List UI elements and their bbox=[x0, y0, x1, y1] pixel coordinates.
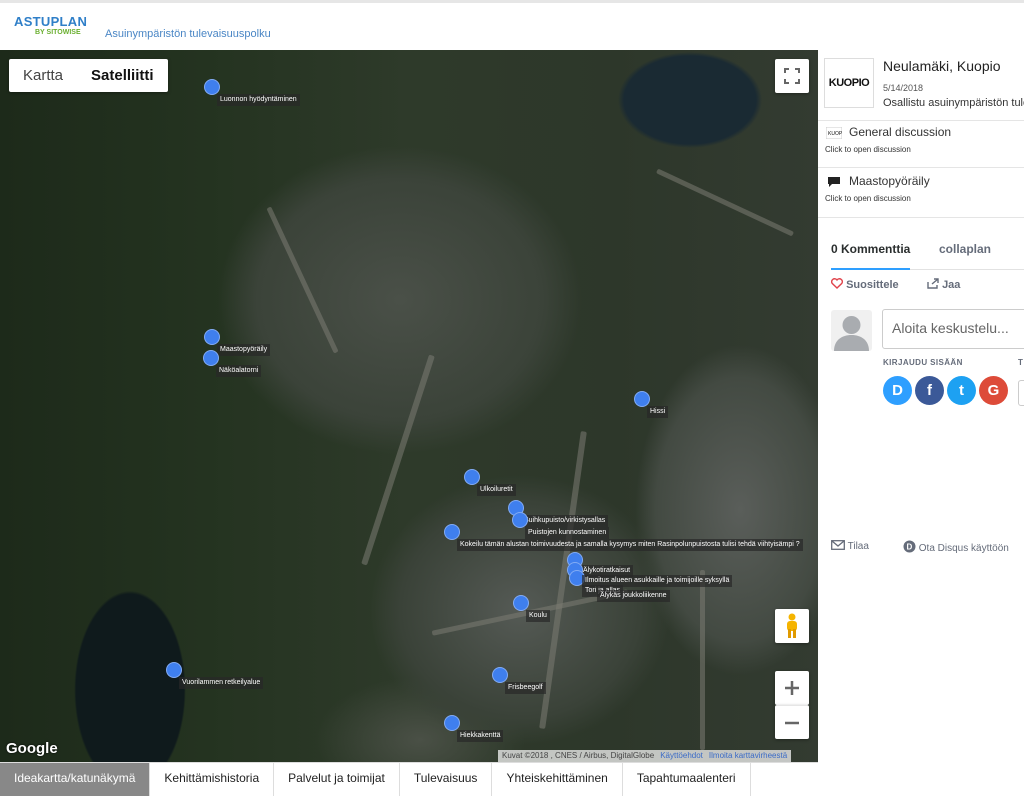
disqus-login-icon[interactable]: D bbox=[883, 376, 912, 405]
add-disqus-link[interactable]: D Ota Disqus käyttöön bbox=[903, 540, 1009, 554]
street-view-pegman[interactable] bbox=[775, 609, 809, 643]
map-road bbox=[361, 354, 435, 566]
comment-input[interactable]: Aloita keskustelu... bbox=[882, 309, 1024, 349]
zoom-in-button[interactable] bbox=[775, 671, 809, 705]
disqus-icon: D bbox=[903, 540, 916, 553]
discussion-subtitle: Click to open discussion bbox=[825, 194, 911, 203]
map-marker[interactable] bbox=[444, 524, 460, 540]
tab-yhteiskehittaminen[interactable]: Yhteiskehittäminen bbox=[492, 763, 623, 796]
map-marker[interactable] bbox=[203, 350, 219, 366]
login-label: KIRJAUDU SISÄÄN bbox=[883, 358, 963, 367]
terms-link[interactable]: Käyttöehdot bbox=[660, 751, 703, 760]
subscribe-label: Tilaa bbox=[847, 541, 869, 552]
tab-comments[interactable]: 0 Kommenttia bbox=[831, 242, 911, 270]
marker-label[interactable]: Puistojen kunnostaminen bbox=[525, 527, 610, 539]
place-title: Neulamäki, Kuopio bbox=[883, 58, 1001, 74]
map-type-control: Kartta Satelliitti bbox=[9, 59, 168, 92]
recommend-label: Suosittele bbox=[846, 279, 899, 291]
map-road bbox=[266, 206, 339, 354]
fullscreen-icon bbox=[784, 68, 800, 84]
map-marker[interactable] bbox=[634, 391, 650, 407]
map-marker[interactable] bbox=[204, 79, 220, 95]
map-marker[interactable] bbox=[204, 329, 220, 345]
minus-icon bbox=[785, 721, 799, 724]
top-bar: ASTUPLAN BY SITOWISE Asuinympäristön tul… bbox=[0, 0, 1024, 50]
twitter-login-icon[interactable]: t bbox=[947, 376, 976, 405]
map-marker[interactable] bbox=[166, 662, 182, 678]
tab-collaplan[interactable]: collaplan bbox=[939, 242, 991, 270]
login-label-cut: T bbox=[1018, 358, 1024, 367]
discussion-sidebar: KUOPIO Neulamäki, Kuopio 5/14/2018 Osall… bbox=[818, 50, 1024, 762]
kuopio-logo: KUOPIO bbox=[824, 58, 874, 108]
discussion-subtitle: Click to open discussion bbox=[825, 145, 911, 154]
marker-label[interactable]: Hiekkakenttä bbox=[457, 730, 504, 742]
map-marker[interactable] bbox=[492, 667, 508, 683]
attribution-text: Kuvat ©2018 , CNES / Airbus, DigitalGlob… bbox=[502, 751, 655, 760]
map-marker[interactable] bbox=[512, 512, 528, 528]
map-marker[interactable] bbox=[513, 595, 529, 611]
facebook-login-icon[interactable]: f bbox=[915, 376, 944, 405]
marker-label[interactable]: Kokeilu tämän alustan toimivuudesta ja s… bbox=[457, 539, 803, 551]
map-marker[interactable] bbox=[444, 715, 460, 731]
kuopio-small-icon: KUOPIO bbox=[826, 127, 842, 139]
place-date: 5/14/2018 bbox=[883, 83, 924, 93]
pegman-icon bbox=[787, 613, 797, 638]
logo-main-text: ASTUPLAN bbox=[14, 14, 88, 29]
marker-label[interactable]: Ilmoitus alueen asukkaille ja toimijoill… bbox=[582, 575, 733, 587]
tab-ideakartta[interactable]: Ideakartta/katunäkymä bbox=[0, 763, 151, 796]
discussion-title: Maastopyöräily bbox=[849, 174, 930, 188]
satellite-map[interactable]: Kartta Satelliitti Luonnon hyödyntäminen… bbox=[0, 50, 818, 762]
add-disqus-label: Ota Disqus käyttöön bbox=[918, 543, 1009, 554]
share-label: Jaa bbox=[942, 279, 961, 291]
place-description: Osallistu asuinympäristön tulevaisuuteen bbox=[883, 97, 1024, 109]
tab-tulevaisuus[interactable]: Tulevaisuus bbox=[400, 763, 493, 796]
marker-label[interactable]: Hissi bbox=[647, 406, 669, 418]
tab-kehittamishistoria[interactable]: Kehittämishistoria bbox=[150, 763, 275, 796]
map-road bbox=[655, 168, 795, 237]
discussion-item-maastopyoraily[interactable]: Maastopyöräily Click to open discussion bbox=[818, 170, 1024, 218]
share-icon bbox=[927, 278, 939, 289]
subscribe-link[interactable]: Tilaa bbox=[831, 540, 869, 552]
map-attribution: Kuvat ©2018 , CNES / Airbus, DigitalGlob… bbox=[498, 750, 792, 762]
tab-palvelut[interactable]: Palvelut ja toimijat bbox=[274, 763, 400, 796]
tab-tapahtumaalenteri[interactable]: Tapahtumaalenteri bbox=[623, 763, 751, 796]
logo-sub-text: BY SITOWISE bbox=[35, 29, 81, 36]
heart-icon bbox=[831, 278, 843, 289]
comment-icon bbox=[828, 177, 840, 187]
disqus-tabs: 0 Kommenttia collaplan bbox=[831, 242, 1024, 270]
recommend-button[interactable]: Suosittele bbox=[831, 278, 899, 291]
map-marker[interactable] bbox=[464, 469, 480, 485]
marker-label[interactable]: Suihkupuisto/virkistysallas bbox=[521, 515, 609, 527]
report-error-link[interactable]: Ilmoita karttavirheestä bbox=[709, 751, 787, 760]
default-avatar-icon bbox=[834, 316, 869, 351]
map-road bbox=[700, 570, 705, 750]
google-login-icon[interactable]: G bbox=[979, 376, 1008, 405]
marker-label[interactable]: Frisbeegolf bbox=[505, 682, 546, 694]
share-button[interactable]: Jaa bbox=[927, 278, 960, 291]
map-type-kartta[interactable]: Kartta bbox=[9, 59, 77, 92]
avatar bbox=[831, 310, 872, 351]
zoom-out-button[interactable] bbox=[775, 705, 809, 739]
discussion-title: General discussion bbox=[849, 125, 952, 139]
bottom-tab-bar: Ideakartta/katunäkymä Kehittämishistoria… bbox=[0, 762, 818, 796]
marker-label[interactable]: Koulu bbox=[526, 610, 550, 622]
marker-label[interactable]: Vuorilammen retkeilyalue bbox=[179, 677, 264, 689]
marker-label[interactable]: Näköalatorni bbox=[216, 365, 262, 377]
site-tagline[interactable]: Asuinympäristön tulevaisuuspolku bbox=[105, 28, 271, 40]
discussion-item-general[interactable]: KUOPIO General discussion Click to open … bbox=[818, 120, 1024, 168]
svg-text:D: D bbox=[907, 543, 913, 552]
marker-label[interactable]: Ulkoiluretit bbox=[477, 484, 516, 496]
map-type-satelliitti[interactable]: Satelliitti bbox=[77, 59, 168, 92]
envelope-icon bbox=[831, 540, 845, 550]
plus-icon bbox=[785, 681, 799, 695]
svg-text:KUOPIO: KUOPIO bbox=[828, 131, 842, 137]
google-logo: Google bbox=[6, 740, 58, 757]
marker-label[interactable]: Älykäs joukkoliikenne bbox=[597, 590, 670, 602]
marker-label[interactable]: Luonnon hyödyntäminen bbox=[217, 94, 300, 106]
login-input-edge[interactable] bbox=[1018, 380, 1024, 406]
fullscreen-button[interactable] bbox=[775, 59, 809, 93]
astuplan-logo[interactable]: ASTUPLAN BY SITOWISE bbox=[14, 14, 88, 36]
marker-label[interactable]: Maastopyöräily bbox=[217, 344, 271, 356]
